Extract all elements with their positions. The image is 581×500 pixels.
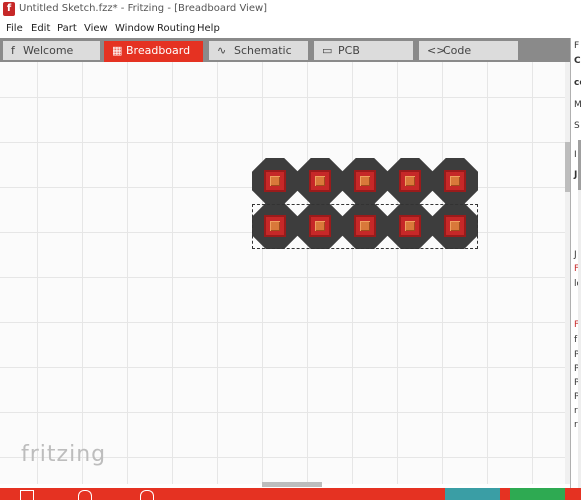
panel-text: S [574, 121, 580, 131]
menu-edit[interactable]: Edit [31, 23, 50, 34]
tab-schematic[interactable]: ∿ Schematic [209, 41, 308, 60]
view-tab-bar: f Welcome ▦ Breadboard ∿ Schematic ▭ PCB… [0, 38, 570, 64]
routing-status-button[interactable] [510, 488, 565, 500]
bottom-toolbar [0, 488, 581, 500]
menu-file[interactable]: File [6, 23, 23, 34]
panel-text: J [574, 170, 578, 180]
panel-text: co [574, 78, 581, 88]
panel-text: f [574, 335, 578, 345]
inspector-panel: F C co M S I J J F lo F f P P P P r r [570, 38, 581, 488]
share-button[interactable] [445, 488, 500, 500]
add-part-icon[interactable] [20, 490, 34, 500]
tab-welcome[interactable]: f Welcome [3, 41, 100, 60]
tab-welcome-label: Welcome [23, 44, 74, 57]
menu-window[interactable]: Window [115, 23, 154, 34]
menu-bar: File Edit Part View Window Routing Help [0, 20, 581, 38]
tab-pcb-label: PCB [338, 44, 360, 57]
panel-text: I [574, 150, 577, 160]
tab-schematic-label: Schematic [234, 44, 292, 57]
fritzing-f-icon: f [11, 44, 15, 57]
menu-routing[interactable]: Routing [157, 23, 195, 34]
schematic-icon: ∿ [217, 44, 227, 57]
panel-text: C [574, 56, 581, 66]
horizontal-scroll-thumb[interactable] [262, 482, 322, 487]
pcb-icon: ▭ [322, 44, 333, 57]
fritzing-app-icon: f [3, 2, 15, 16]
tab-breadboard-label: Breadboard [126, 44, 191, 57]
tab-pcb[interactable]: ▭ PCB [314, 41, 413, 60]
selection-box [252, 204, 478, 249]
panel-text: J [574, 250, 577, 260]
fritzing-watermark-logo: fritzing [21, 442, 107, 467]
breadboard-icon: ▦ [112, 44, 123, 57]
window-title: Untitled Sketch.fzz* - Fritzing - [Bread… [19, 3, 268, 14]
tab-code-label: Code [443, 44, 472, 57]
tab-code[interactable]: <> Code [419, 41, 518, 60]
panel-text: M [574, 100, 581, 110]
flip-icon[interactable] [140, 490, 154, 500]
breadboard-canvas[interactable]: fritzing [0, 62, 565, 484]
title-bar: f Untitled Sketch.fzz* - Fritzing - [Bre… [0, 0, 581, 20]
menu-view[interactable]: View [84, 23, 108, 34]
menu-help[interactable]: Help [197, 23, 220, 34]
panel-text: F [574, 41, 580, 51]
tab-breadboard[interactable]: ▦ Breadboard [104, 41, 203, 64]
rotate-icon[interactable] [78, 490, 92, 500]
menu-part[interactable]: Part [57, 23, 77, 34]
